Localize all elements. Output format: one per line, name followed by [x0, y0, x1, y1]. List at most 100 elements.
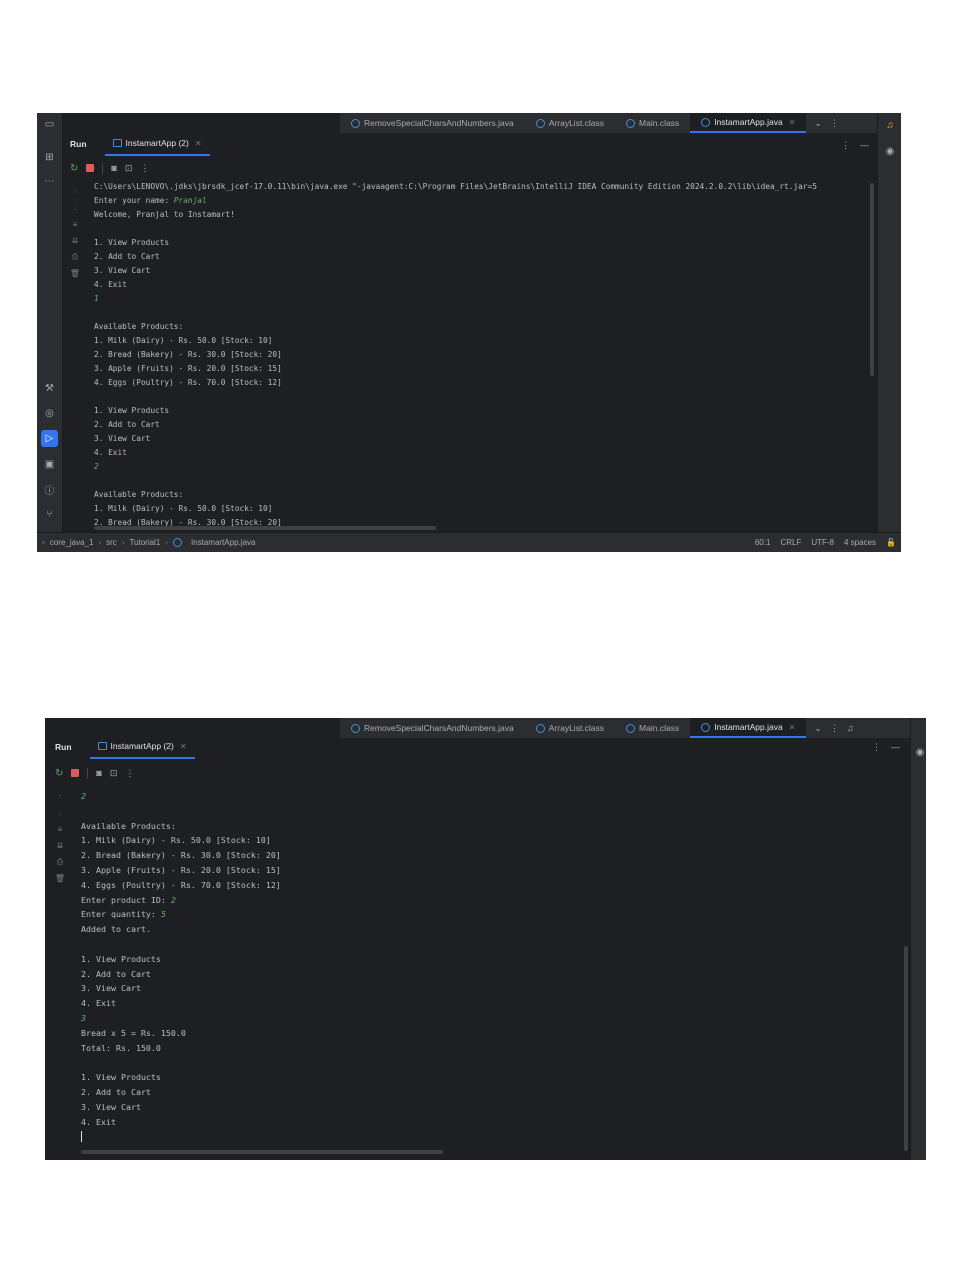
text-cursor [81, 1131, 82, 1143]
print-icon[interactable]: ⎙ [57, 854, 63, 871]
notifications-bell-icon[interactable]: ♫ [882, 117, 898, 133]
editor-tab-main[interactable]: Main.class [615, 718, 690, 738]
more-tools-icon[interactable]: ⋯ [41, 173, 58, 190]
breadcrumb-item[interactable]: Tutorial1 [129, 538, 160, 547]
close-icon[interactable]: ✕ [180, 742, 187, 751]
services-icon[interactable]: ◎ [41, 405, 58, 422]
terminal-icon[interactable]: ▣ [41, 456, 58, 473]
console-line: 1. Milk (Dairy) - Rs. 50.0 [Stock: 10] [94, 502, 878, 516]
project-folder-icon[interactable]: ▭ [41, 116, 58, 133]
more-options-icon[interactable]: ⋮ [872, 742, 881, 753]
minimize-icon[interactable]: — [860, 140, 869, 151]
stop-icon[interactable] [71, 769, 80, 777]
right-tool-strip: ♫ ◉ [877, 113, 901, 552]
problems-icon[interactable]: ⓘ [41, 481, 58, 498]
exit-icon[interactable]: ⊡ [125, 163, 133, 174]
console-line-text: C:\Users\LENOVO\.jdks\jbrsdk_jcef-17.0.1… [94, 182, 817, 191]
soft-wrap-icon[interactable]: ≡ [73, 216, 78, 233]
build-hammer-icon[interactable]: ⚒ [41, 380, 58, 397]
console-line: 1. View Products [94, 404, 878, 418]
lock-icon[interactable]: 🔓 [886, 538, 896, 547]
close-icon[interactable]: ✕ [789, 723, 796, 732]
trash-icon[interactable]: 🗑 [55, 871, 65, 888]
scroll-up-icon[interactable]: ↑ [73, 183, 77, 200]
console-line: 2. Add to Cart [81, 1085, 906, 1100]
more-options-icon[interactable]: ⋮ [125, 768, 134, 779]
indent-setting[interactable]: 4 spaces [844, 538, 876, 547]
notifications-bell-icon[interactable]: ♫ [847, 723, 854, 733]
console-line: 3. View Cart [94, 264, 878, 278]
editor-tab-arraylist[interactable]: ArrayList.class [525, 718, 615, 738]
java-class-icon [701, 722, 711, 732]
console-line-text: 1. View Products [94, 238, 170, 247]
chevron-down-icon[interactable]: ⌄ [814, 118, 822, 129]
more-options-icon[interactable]: ⋮ [830, 118, 839, 129]
vertical-scrollbar[interactable] [904, 946, 908, 1151]
rerun-icon[interactable]: ↻ [70, 163, 78, 174]
scroll-down-icon[interactable]: ↓ [58, 805, 62, 822]
ai-assistant-icon[interactable]: ◉ [882, 143, 898, 159]
chevron-right-icon: › [165, 538, 168, 547]
console-input-line[interactable] [81, 1129, 906, 1144]
console-user-input: 3 [81, 1012, 86, 1023]
stop-icon[interactable] [86, 164, 95, 172]
console-output[interactable]: 2 Available Products: 1. Milk (Dairy) - Rs… [81, 789, 906, 1150]
run-tab-instamartapp[interactable]: InstamartApp (2) ✕ [89, 735, 195, 759]
camera-icon[interactable]: ◙ [96, 768, 101, 778]
horizontal-scrollbar[interactable] [81, 1150, 443, 1154]
breadcrumb-item[interactable]: core_java_1 [50, 538, 94, 547]
console-line-text: 2. Add to Cart [81, 968, 151, 979]
chevron-down-icon[interactable]: ⌄ [814, 723, 822, 734]
editor-tab-remove-special-chars[interactable]: RemoveSpecialCharsAndNumbers.java [340, 113, 525, 133]
console-line-text: Enter product ID: [81, 894, 171, 905]
exit-icon[interactable]: ⊡ [110, 768, 118, 779]
more-options-icon[interactable]: ⋮ [140, 163, 149, 174]
vertical-scrollbar[interactable] [870, 183, 874, 376]
class-file-icon [626, 118, 636, 128]
close-icon[interactable]: ✕ [195, 139, 202, 148]
editor-tab-remove-special-chars[interactable]: RemoveSpecialCharsAndNumbers.java [340, 718, 525, 738]
minimize-icon[interactable]: — [891, 742, 900, 753]
console-output[interactable]: C:\Users\LENOVO\.jdks\jbrsdk_jcef-17.0.1… [94, 180, 878, 527]
console-line: 3. Apple (Fruits) - Rs. 20.0 [Stock: 15] [81, 863, 906, 878]
editor-tab-main[interactable]: Main.class [615, 113, 690, 133]
soft-wrap-icon[interactable]: ≡ [58, 821, 63, 838]
module-icon: ▫ [42, 538, 45, 547]
close-icon[interactable]: ✕ [789, 118, 796, 127]
git-icon[interactable]: ⑂ [41, 506, 58, 523]
console-line: 2. Bread (Bakery) - Rs. 30.0 [Stock: 20] [94, 348, 878, 362]
more-options-icon[interactable]: ⋮ [841, 140, 850, 151]
run-tab-instamartapp[interactable]: InstamartApp (2) ✕ [104, 132, 210, 156]
editor-tab-arraylist[interactable]: ArrayList.class [525, 113, 615, 133]
more-options-icon[interactable]: ⋮ [830, 723, 839, 734]
console-line: 2. Add to Cart [94, 418, 878, 432]
print-icon[interactable]: ⎙ [72, 249, 78, 266]
console-line: 2. Add to Cart [81, 967, 906, 982]
scroll-down-icon[interactable]: ↓ [73, 200, 77, 217]
caret-position[interactable]: 60:1 [755, 538, 771, 547]
scroll-to-end-icon[interactable]: ⇊ [57, 838, 64, 855]
file-encoding[interactable]: UTF-8 [811, 538, 834, 547]
console-line: Enter quantity: 5 [81, 907, 906, 922]
breadcrumb-item[interactable]: src [106, 538, 117, 547]
run-tool-icon[interactable]: ▷ [41, 430, 58, 447]
console-line-text: 3. View Cart [81, 1101, 141, 1112]
status-bar: ▫ core_java_1 › src › Tutorial1 › Instam… [37, 532, 901, 552]
editor-tab-instamartapp[interactable]: InstamartApp.java ✕ [690, 113, 807, 133]
run-config-icon [97, 742, 107, 750]
structure-icon[interactable]: ⊞ [41, 149, 58, 166]
trash-icon[interactable]: 🗑 [70, 266, 80, 283]
console-user-input: 5 [160, 909, 166, 920]
console-line: Added to cart. [81, 922, 906, 937]
editor-tab-label: ArrayList.class [548, 118, 605, 128]
breadcrumb-item[interactable]: InstamartApp.java [191, 538, 255, 547]
ai-assistant-icon[interactable]: ◉ [912, 744, 926, 760]
line-separator[interactable]: CRLF [780, 538, 801, 547]
rerun-icon[interactable]: ↻ [55, 768, 63, 779]
scroll-up-icon[interactable]: ↑ [58, 788, 62, 805]
horizontal-scrollbar[interactable] [94, 526, 436, 530]
editor-tab-instamartapp[interactable]: InstamartApp.java ✕ [690, 718, 807, 738]
camera-icon[interactable]: ◙ [111, 163, 116, 173]
scroll-to-end-icon[interactable]: ⇊ [72, 233, 79, 250]
